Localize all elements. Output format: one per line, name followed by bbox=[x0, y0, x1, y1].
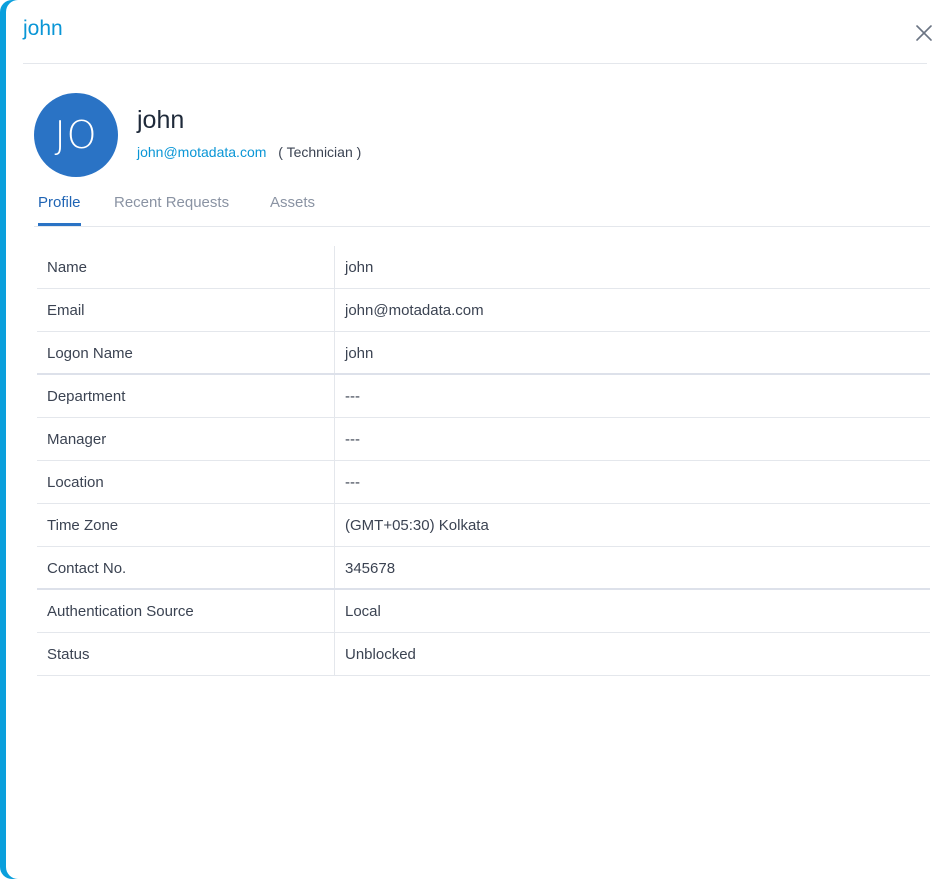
user-role: ( Technician ) bbox=[278, 144, 362, 160]
field-value-manager: --- bbox=[345, 431, 360, 448]
profile-tabs: Profile Recent Requests Assets bbox=[34, 186, 930, 227]
field-value-logon-name: john bbox=[345, 345, 374, 362]
table-row: Department --- bbox=[37, 375, 930, 418]
field-label-manager: Manager bbox=[37, 418, 335, 460]
field-label-department: Department bbox=[37, 375, 335, 417]
field-label-location: Location bbox=[37, 461, 335, 503]
field-label-contact-no: Contact No. bbox=[37, 547, 335, 588]
tab-assets[interactable]: Assets bbox=[270, 186, 315, 226]
drawer-title: john bbox=[23, 17, 63, 40]
user-details-drawer: john JO john john@motadata.com ( Technic… bbox=[0, 0, 944, 879]
table-row: Email john@motadata.com bbox=[37, 289, 930, 332]
avatar: JO bbox=[34, 93, 118, 177]
field-value-contact-no: 345678 bbox=[345, 560, 396, 577]
drawer-header: john bbox=[23, 0, 932, 64]
table-row: Logon Name john bbox=[37, 332, 930, 375]
close-icon bbox=[916, 25, 932, 41]
field-label-logon-name: Logon Name bbox=[37, 332, 335, 373]
tab-profile[interactable]: Profile bbox=[38, 186, 81, 226]
field-value-department: --- bbox=[345, 388, 360, 405]
profile-details-table: Name john Email john@motadata.com Logon … bbox=[37, 246, 930, 676]
field-label-email: Email bbox=[37, 289, 335, 331]
field-label-time-zone: Time Zone bbox=[37, 504, 335, 546]
field-value-authentication-source: Local bbox=[345, 603, 381, 620]
field-label-name: Name bbox=[37, 246, 335, 288]
field-value-name: john bbox=[345, 259, 374, 276]
table-row: Name john bbox=[37, 246, 930, 289]
field-label-authentication-source: Authentication Source bbox=[37, 590, 335, 632]
user-email-link[interactable]: john@motadata.com bbox=[137, 144, 266, 160]
user-name: john bbox=[137, 106, 185, 134]
field-value-location: --- bbox=[345, 474, 360, 491]
user-meta: john@motadata.com ( Technician ) bbox=[137, 144, 361, 160]
table-row: Authentication Source Local bbox=[37, 590, 930, 633]
profile-header: JO john john@motadata.com ( Technician ) bbox=[34, 93, 634, 178]
field-value-time-zone: (GMT+05:30) Kolkata bbox=[345, 517, 489, 534]
close-button[interactable] bbox=[912, 21, 936, 45]
tab-recent-requests[interactable]: Recent Requests bbox=[114, 186, 229, 226]
table-row: Time Zone (GMT+05:30) Kolkata bbox=[37, 504, 930, 547]
table-row: Manager --- bbox=[37, 418, 930, 461]
table-row: Location --- bbox=[37, 461, 930, 504]
field-label-status: Status bbox=[37, 633, 335, 675]
table-row: Contact No. 345678 bbox=[37, 547, 930, 590]
table-row: Status Unblocked bbox=[37, 633, 930, 676]
field-value-status: Unblocked bbox=[345, 646, 416, 663]
field-value-email: john@motadata.com bbox=[345, 302, 484, 319]
drawer-panel: john JO john john@motadata.com ( Technic… bbox=[6, 0, 944, 879]
